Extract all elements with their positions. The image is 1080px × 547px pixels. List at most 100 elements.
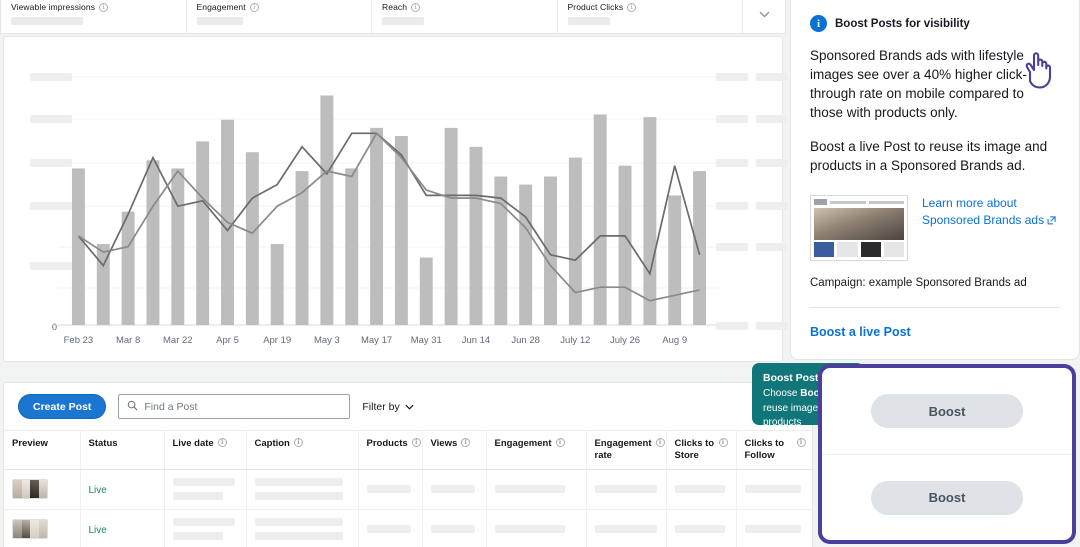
metric-value-placeholder xyxy=(11,17,83,25)
column-header-caption[interactable]: Caption i xyxy=(246,431,359,470)
search-icon xyxy=(127,398,138,416)
info-icon[interactable]: i xyxy=(411,2,421,12)
secondary-axis-placeholder xyxy=(716,159,748,167)
column-header-products[interactable]: Products i xyxy=(358,431,423,470)
chart-bar xyxy=(568,157,582,325)
info-icon[interactable]: i xyxy=(555,438,565,447)
chart-bar xyxy=(171,168,185,325)
y-axis-label-placeholder xyxy=(30,115,72,123)
column-header-clicks-to-follow[interactable]: Clicks to Follow i xyxy=(736,431,815,470)
cell-views xyxy=(422,469,487,510)
column-label: Views xyxy=(430,438,458,449)
info-icon[interactable]: i xyxy=(718,438,728,447)
status-badge: Live xyxy=(88,485,107,497)
column-header-live-date[interactable]: Live date i xyxy=(164,431,247,470)
y-axis-label-placeholder xyxy=(30,202,72,210)
cell-caption xyxy=(246,509,359,547)
info-icon[interactable]: i xyxy=(655,438,665,447)
sidebar-media-row: Learn more about Sponsored Brands ads xyxy=(810,194,1060,261)
column-header-preview[interactable]: Preview xyxy=(4,431,81,470)
chart-bar xyxy=(618,165,632,325)
chevron-down-icon[interactable] xyxy=(743,0,785,33)
column-label: Engagement rate xyxy=(594,438,652,461)
post-thumbnail xyxy=(12,519,48,540)
chart-bar xyxy=(519,184,533,325)
column-header-views[interactable]: Views i xyxy=(422,431,487,470)
y-axis-zero-label: 0 xyxy=(52,322,58,332)
metric-value-placeholder xyxy=(196,17,243,25)
metric-card-reach[interactable]: Reach i xyxy=(372,0,558,33)
learn-more-line-1: Learn more about xyxy=(922,195,1017,210)
cell-live-date xyxy=(164,509,247,547)
cell-status: Live xyxy=(80,469,165,510)
info-icon[interactable]: i xyxy=(627,2,637,12)
filter-by-label: Filter by xyxy=(362,400,400,413)
secondary-axis-placeholder xyxy=(716,202,748,210)
boost-button[interactable]: Boost xyxy=(871,394,1023,428)
performance-chart[interactable] xyxy=(4,37,784,363)
metric-value-placeholder xyxy=(567,17,610,25)
metric-card-viewable-impressions[interactable]: Viewable impressions i xyxy=(1,0,187,33)
hand-cursor-icon xyxy=(1025,52,1052,89)
info-icon[interactable]: i xyxy=(249,2,259,12)
x-axis-tick-label: May 17 xyxy=(360,335,393,346)
chart-bar xyxy=(469,146,483,325)
y-axis-label-placeholder xyxy=(30,262,72,270)
boost-a-live-post-link[interactable]: Boost a live Post xyxy=(810,325,1060,339)
info-icon: i xyxy=(810,15,827,32)
chart-bar xyxy=(668,195,682,325)
cell-views xyxy=(422,509,487,547)
sponsored-ad-preview-image xyxy=(810,194,908,261)
metric-card-product-clicks[interactable]: Product Clicks i xyxy=(558,0,743,33)
column-header-clicks-to-store[interactable]: Clicks to Store i xyxy=(666,431,737,470)
boost-button[interactable]: Boost xyxy=(871,480,1023,515)
cell-clicks-to-store xyxy=(666,469,737,510)
info-icon[interactable]: i xyxy=(293,438,303,447)
column-label: Products xyxy=(366,438,408,449)
chevron-down-icon xyxy=(405,404,414,410)
metric-label: Engagement xyxy=(196,2,246,12)
cell-preview[interactable] xyxy=(4,469,81,510)
external-link-icon xyxy=(1047,213,1057,227)
chart-bar xyxy=(121,211,135,325)
table-row[interactable]: Live xyxy=(4,509,815,547)
metric-label: Product Clicks xyxy=(567,2,624,12)
secondary-axis-placeholder xyxy=(716,243,748,251)
column-label: Status xyxy=(88,438,118,449)
metric-card-engagement[interactable]: Engagement i xyxy=(187,0,372,33)
column-header-engagement-rate[interactable]: Engagement rate i xyxy=(586,431,667,470)
search-input-wrapper[interactable] xyxy=(118,394,351,419)
info-icon[interactable]: i xyxy=(796,438,806,447)
chart-bar xyxy=(345,168,359,325)
chart-bar xyxy=(693,171,707,325)
column-header-engagement[interactable]: Engagement i xyxy=(486,431,587,470)
boost-row-1: Boost xyxy=(822,368,1072,454)
column-header-status[interactable]: Status xyxy=(80,431,165,470)
chart-bar xyxy=(593,114,607,326)
chart-bar xyxy=(245,152,259,325)
sidebar-title-row: i Boost Posts for visibility xyxy=(810,15,1060,32)
table-row[interactable]: Live xyxy=(4,469,815,510)
y-axis-label-placeholder xyxy=(30,73,72,81)
create-post-button[interactable]: Create Post xyxy=(18,394,107,419)
info-icon[interactable]: i xyxy=(99,2,109,12)
column-label: Clicks to Follow xyxy=(744,438,785,461)
posts-table: Preview Status Live date i Caption i Produ… xyxy=(4,431,815,547)
x-axis-tick-label: May 3 xyxy=(313,335,340,346)
secondary-axis-placeholder xyxy=(756,73,788,81)
filter-by-dropdown[interactable]: Filter by xyxy=(362,400,414,413)
x-axis-tick-label: Aug 9 xyxy=(662,335,688,346)
info-icon[interactable]: i xyxy=(411,438,421,447)
sidebar-title: Boost Posts for visibility xyxy=(835,17,970,30)
status-badge: Live xyxy=(88,525,107,537)
cell-engagement xyxy=(486,469,587,510)
learn-more-line-2: Sponsored Brands ads xyxy=(922,212,1045,227)
metrics-summary-bar: Viewable impressions i Engagement i Reac… xyxy=(0,0,786,34)
search-input[interactable] xyxy=(144,400,342,413)
cell-live-date xyxy=(164,469,247,510)
learn-more-link[interactable]: Learn more about Sponsored Brands ads xyxy=(922,195,1057,261)
info-icon[interactable]: i xyxy=(217,438,227,447)
cell-preview[interactable] xyxy=(4,509,81,547)
info-icon[interactable]: i xyxy=(461,438,471,447)
column-label: Caption xyxy=(254,438,290,449)
